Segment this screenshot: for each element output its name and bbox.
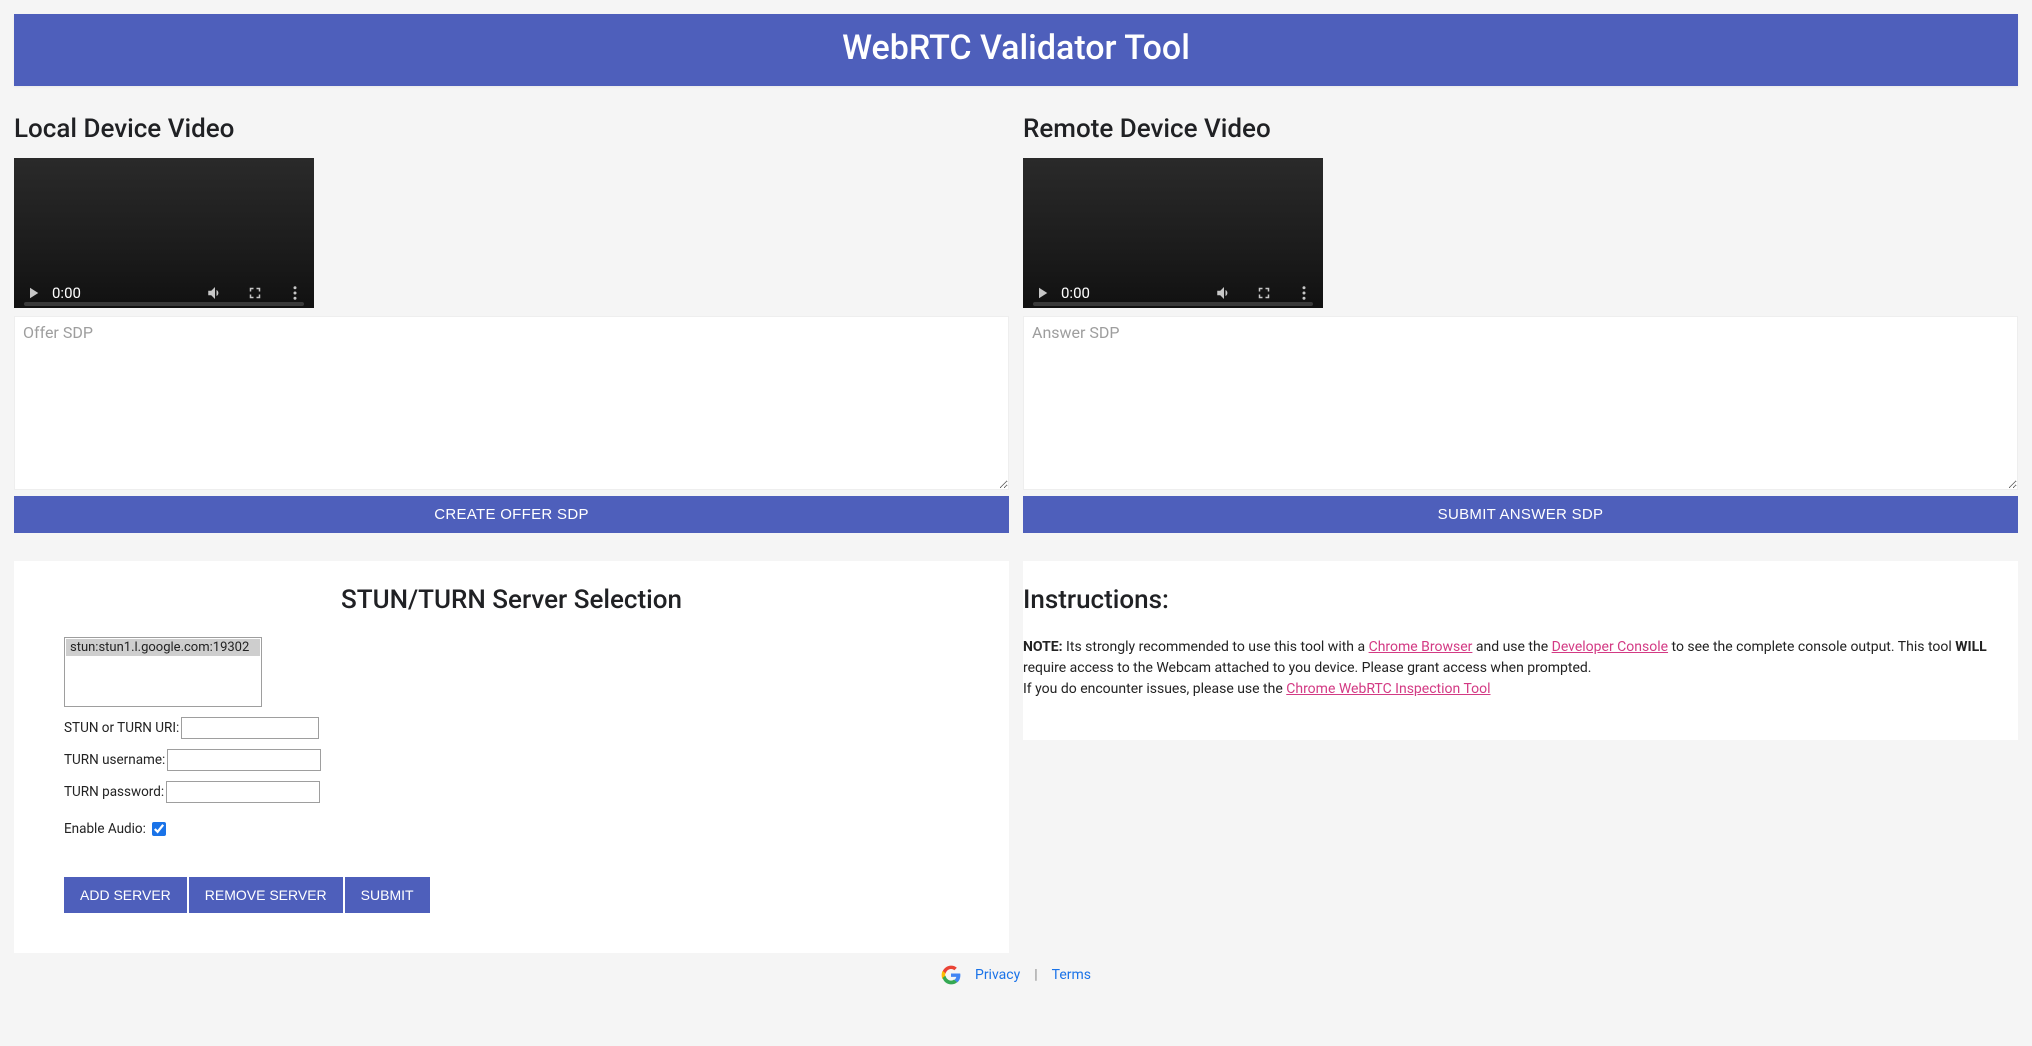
- developer-console-link[interactable]: Developer Console: [1552, 639, 1668, 655]
- password-field-row: TURN password:: [64, 781, 959, 803]
- local-video-player[interactable]: 0:00: [14, 158, 314, 308]
- footer-separator: |: [1034, 967, 1037, 983]
- instructions-panel: Instructions: NOTE: Its strongly recomme…: [1023, 561, 2018, 740]
- turn-password-input[interactable]: [166, 781, 320, 803]
- username-label: TURN username:: [64, 752, 165, 768]
- note-label: NOTE:: [1023, 639, 1063, 655]
- add-server-button[interactable]: ADD SERVER: [64, 877, 187, 913]
- google-logo-icon: [941, 965, 961, 985]
- page-title: WebRTC Validator Tool: [842, 28, 1190, 68]
- enable-audio-checkbox[interactable]: [152, 822, 166, 836]
- local-column: Local Device Video 0:00 CRE: [14, 86, 1009, 953]
- remote-video-heading: Remote Device Video: [1023, 114, 2018, 144]
- kebab-menu-icon[interactable]: [1295, 284, 1313, 302]
- will-emphasis: WILL: [1955, 639, 1987, 655]
- instructions-paragraph-1: NOTE: Its strongly recommended to use th…: [1023, 637, 2018, 679]
- remote-column: Remote Device Video 0:00 SU: [1023, 86, 2018, 953]
- remote-video-time: 0:00: [1061, 284, 1090, 302]
- instructions-paragraph-2: If you do encounter issues, please use t…: [1023, 679, 2018, 700]
- server-button-row: ADD SERVER REMOVE SERVER SUBMIT: [64, 877, 959, 913]
- answer-sdp-textarea[interactable]: [1023, 316, 2018, 490]
- main-columns: Local Device Video 0:00 CRE: [14, 86, 2018, 953]
- local-video-heading: Local Device Video: [14, 114, 1009, 144]
- privacy-link[interactable]: Privacy: [975, 967, 1020, 983]
- volume-icon[interactable]: [1215, 284, 1233, 302]
- instructions-body: NOTE: Its strongly recommended to use th…: [1023, 637, 2018, 700]
- terms-link[interactable]: Terms: [1052, 967, 1091, 983]
- server-option[interactable]: stun:stun1.l.google.com:19302: [66, 639, 260, 656]
- audio-label: Enable Audio:: [64, 821, 146, 837]
- kebab-menu-icon[interactable]: [286, 284, 304, 302]
- offer-sdp-textarea[interactable]: [14, 316, 1009, 490]
- header-banner: WebRTC Validator Tool: [14, 14, 2018, 86]
- footer: Privacy | Terms: [14, 965, 2018, 985]
- play-icon[interactable]: [24, 284, 42, 302]
- instructions-title: Instructions:: [1023, 585, 2018, 615]
- remote-video-controls: 0:00: [1023, 284, 1323, 302]
- enable-audio-row: Enable Audio:: [64, 821, 959, 837]
- password-label: TURN password:: [64, 784, 164, 800]
- play-icon[interactable]: [1033, 284, 1051, 302]
- local-video-controls: 0:00: [14, 284, 314, 302]
- remote-video-player[interactable]: 0:00: [1023, 158, 1323, 308]
- turn-username-input[interactable]: [167, 749, 321, 771]
- uri-label: STUN or TURN URI:: [64, 720, 179, 736]
- remote-video-track[interactable]: [1033, 302, 1313, 306]
- remove-server-button[interactable]: REMOVE SERVER: [189, 877, 343, 913]
- server-listbox[interactable]: stun:stun1.l.google.com:19302: [64, 637, 262, 707]
- uri-input[interactable]: [181, 717, 319, 739]
- volume-icon[interactable]: [206, 284, 224, 302]
- stun-turn-title: STUN/TURN Server Selection: [64, 585, 959, 615]
- chrome-browser-link[interactable]: Chrome Browser: [1369, 639, 1473, 655]
- submit-answer-button[interactable]: SUBMIT ANSWER SDP: [1023, 496, 2018, 533]
- webrtc-inspection-link[interactable]: Chrome WebRTC Inspection Tool: [1286, 681, 1490, 697]
- stun-turn-panel: STUN/TURN Server Selection stun:stun1.l.…: [14, 561, 1009, 953]
- submit-server-button[interactable]: SUBMIT: [345, 877, 430, 913]
- username-field-row: TURN username:: [64, 749, 959, 771]
- fullscreen-icon[interactable]: [246, 284, 264, 302]
- fullscreen-icon[interactable]: [1255, 284, 1273, 302]
- local-video-time: 0:00: [52, 284, 81, 302]
- create-offer-button[interactable]: CREATE OFFER SDP: [14, 496, 1009, 533]
- uri-field-row: STUN or TURN URI:: [64, 717, 959, 739]
- local-video-track[interactable]: [24, 302, 304, 306]
